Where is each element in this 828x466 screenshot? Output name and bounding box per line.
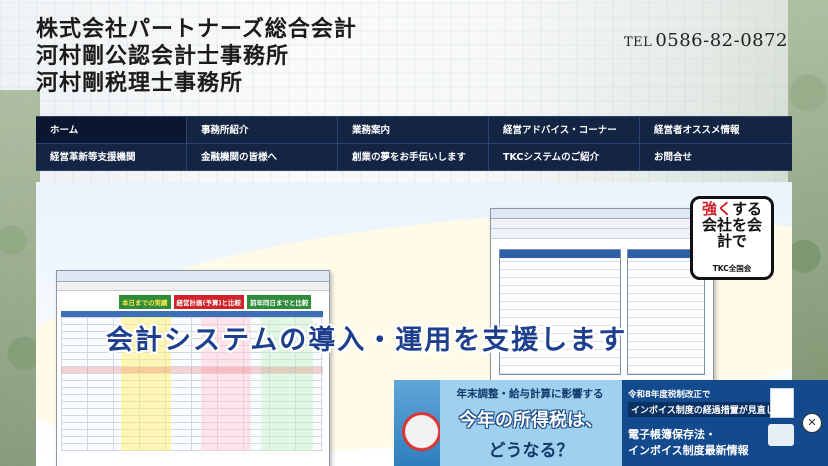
nav-row-2: 経営革新等支援機関 金融機関の皆様へ 創業の夢をお手伝いします TKCシステムの… (36, 144, 792, 171)
nav-contact[interactable]: お問合せ (640, 144, 791, 171)
main-navigation: ホーム 事務所紹介 業務案内 経営アドバイス・コーナー 経営者オススメ情報 経営… (36, 116, 792, 171)
ad-banner[interactable]: 年末調整・給与計算に影響する 今年の所得税は、 どうなる？ 令和8年度税制改正で… (394, 380, 828, 466)
ad-right-line-2: インボイス制度の経過措置が見直し (628, 402, 778, 417)
printer-icon (768, 424, 794, 446)
screen1-tag-actual: 本日までの実績 (119, 295, 171, 309)
ad-mid-line-3: どうなる？ (488, 441, 574, 461)
close-icon[interactable]: ✕ (802, 413, 822, 433)
document-icon (770, 388, 794, 418)
nav-financial-institutions[interactable]: 金融機関の皆様へ (187, 144, 338, 171)
tel-label: TEL (624, 35, 653, 50)
phone-number[interactable]: TEL 0586-82-0872 (624, 30, 788, 51)
nav-services[interactable]: 業務案内 (338, 117, 489, 144)
office-names: 株式会社パートナーズ総合会計 河村剛公認会計士事務所 河村剛税理士事務所 (36, 16, 357, 97)
nav-home[interactable]: ホーム (36, 117, 187, 144)
software-screenshot-right (490, 208, 714, 388)
office-name-3: 河村剛税理士事務所 (36, 70, 244, 96)
screen1-titlebar (57, 271, 329, 282)
ad-illustration (394, 380, 440, 466)
screen1-tags: 本日までの実績 経営計画(予算)と比較 前年同日までと比較 (119, 295, 312, 309)
screen2-toolbar (491, 219, 713, 229)
nav-recommended-info[interactable]: 経営者オススメ情報 (640, 117, 791, 144)
screen1-tag-budget: 経営計画(予算)と比較 (173, 295, 244, 309)
ad-mid-line-1: 年末調整・給与計算に影響する (456, 388, 604, 400)
nav-tkc-system[interactable]: TKCシステムのご紹介 (489, 144, 640, 171)
nav-management-advice[interactable]: 経営アドバイス・コーナー (489, 117, 640, 144)
tkc-badge: 強くする 会社を会計で TKC全国会 (690, 196, 774, 280)
background-trees-left (0, 90, 40, 466)
screen2-titlebar (491, 209, 713, 219)
nav-support-agency[interactable]: 経営革新等支援機関 (36, 144, 187, 171)
nav-row-1: ホーム 事務所紹介 業務案内 経営アドバイス・コーナー 経営者オススメ情報 (36, 117, 792, 144)
office-name-1: 株式会社パートナーズ総合会計 (36, 16, 357, 42)
ad-right-line-4: インボイス制度最新情報 (628, 444, 749, 457)
nav-startup-support[interactable]: 創業の夢をお手伝いします (338, 144, 489, 171)
tel-number: 0586-82-0872 (655, 30, 788, 51)
hero-slogan: 会計システムの導入・運用を支援します (106, 325, 628, 356)
ad-right-line-1: 令和8年度税制改正で (628, 390, 711, 400)
nav-office-intro[interactable]: 事務所紹介 (187, 117, 338, 144)
screen1-tag-prior-year: 前年同日までと比較 (246, 295, 312, 309)
screen2-menu-header (500, 250, 620, 258)
badge-org: TKC全国会 (712, 264, 752, 273)
software-screenshot-left: 本日までの実績 経営計画(予算)と比較 前年同日までと比較 (56, 270, 330, 466)
ad-right-line-3: 電子帳簿保存法・ (628, 428, 716, 441)
screen1-menu (57, 282, 329, 291)
ad-invoice-info[interactable]: 令和8年度税制改正で インボイス制度の経過措置が見直し 電子帳簿保存法・ インボ… (622, 380, 828, 466)
screen1-row-highlight (61, 367, 323, 373)
ad-mid-line-2: 今年の所得税は、 (459, 410, 603, 431)
badge-slogan: 強くする 会社を会計で (697, 201, 767, 249)
office-name-2: 河村剛公認会計士事務所 (36, 43, 290, 69)
screen2-tabs (491, 229, 713, 239)
ad-income-tax[interactable]: 年末調整・給与計算に影響する 今年の所得税は、 どうなる？ (440, 380, 622, 466)
